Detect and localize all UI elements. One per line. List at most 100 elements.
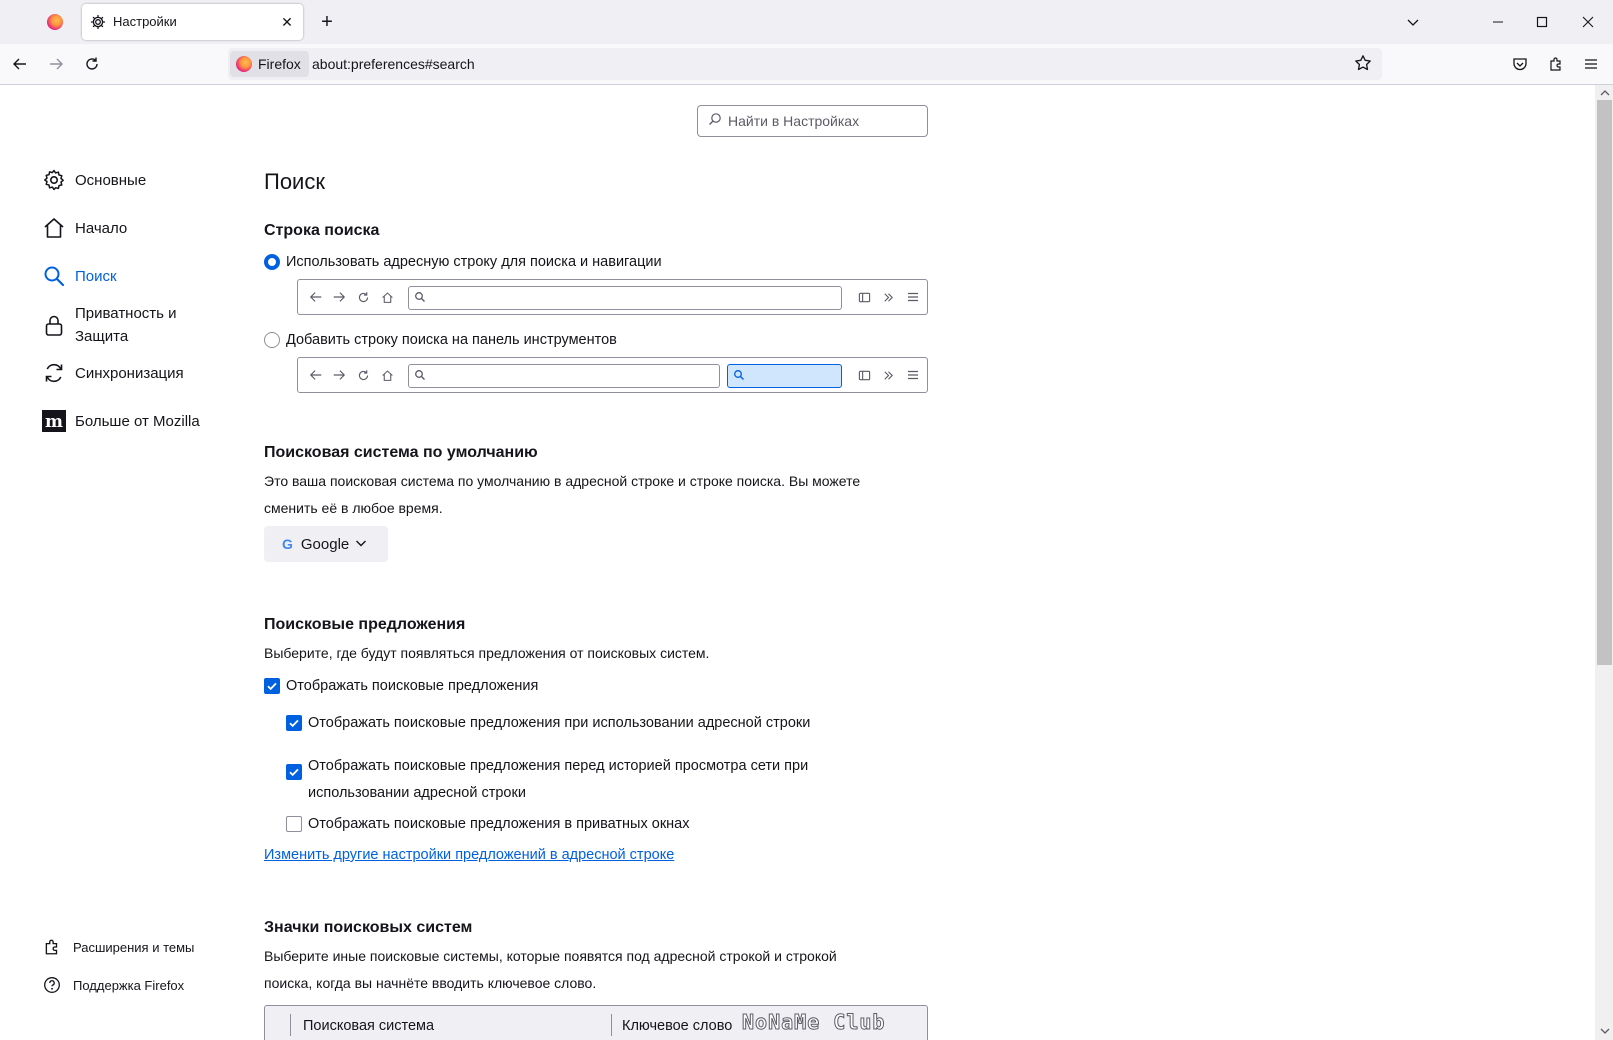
forward-arrow-icon <box>331 367 347 383</box>
radio-label: Добавить строку поиска на панель инструм… <box>286 332 617 348</box>
new-tab-button[interactable]: + <box>316 11 338 33</box>
chevron-down-icon <box>355 536 367 553</box>
column-header-keyword[interactable]: Ключевое слово <box>622 1018 732 1034</box>
home-icon <box>379 367 395 383</box>
column-separator <box>611 1014 612 1036</box>
sidebar-icon <box>856 289 872 305</box>
checkbox-label: Отображать поисковые предложения при исп… <box>308 715 811 731</box>
suggestions-description: Выберите, где будут появляться предложен… <box>264 645 710 661</box>
radio-use-urlbar[interactable]: Использовать адресную строку для поиска … <box>264 254 662 270</box>
hamburger-menu-icon <box>905 289 921 305</box>
default-engine-description-line2: сменить её в любое время. <box>264 500 443 516</box>
preview-urlbar-field <box>408 364 720 388</box>
checkbox-indicator[interactable] <box>286 764 302 780</box>
radio-indicator[interactable] <box>264 254 280 270</box>
radio-label: Использовать адресную строку для поиска … <box>286 254 662 270</box>
forward-arrow-icon <box>331 289 347 305</box>
sidebar-item-general[interactable]: Основные <box>42 168 146 192</box>
sidebar-item-label: Синхронизация <box>75 364 184 382</box>
pocket-icon <box>1513 58 1527 71</box>
url-text[interactable]: about:preferences#search <box>312 56 475 72</box>
checkmark-icon <box>267 682 277 691</box>
help-icon <box>43 976 61 994</box>
bookmark-star-icon[interactable] <box>1354 54 1374 74</box>
checkbox-label: Отображать поисковые предложения в прива… <box>308 816 690 832</box>
minimize-icon[interactable] <box>1486 10 1510 34</box>
maximize-icon[interactable] <box>1530 10 1554 34</box>
checkbox-indicator[interactable] <box>264 678 280 694</box>
extensions-button[interactable] <box>1541 49 1571 79</box>
identity-box[interactable]: Firefox <box>230 51 309 77</box>
watermark-logo: NoNaMe Club <box>741 1010 886 1035</box>
preview-urlbar-field <box>408 286 842 310</box>
search-icon <box>42 264 66 288</box>
hamburger-menu-icon <box>1585 59 1597 69</box>
sidebar-item-sync[interactable]: Синхронизация <box>42 361 184 385</box>
reload-icon <box>86 57 98 70</box>
firefox-logo-icon <box>47 14 63 30</box>
checkbox-indicator[interactable] <box>286 816 302 832</box>
settings-search-box[interactable] <box>697 105 928 137</box>
sidebar-item-label: Больше от Mozilla <box>75 412 200 430</box>
back-arrow-icon <box>308 289 324 305</box>
checkbox-suggestions-before-history[interactable]: Отображать поисковые предложения перед и… <box>286 753 808 807</box>
hamburger-menu-icon <box>905 367 921 383</box>
sidebar-item-more-from-mozilla[interactable]: m Больше от Mozilla <box>42 409 200 433</box>
url-bar[interactable]: Firefox about:preferences#search <box>228 48 1382 80</box>
sync-icon <box>42 361 66 385</box>
urlbar-preview-image <box>297 279 928 315</box>
forward-button[interactable] <box>41 49 71 79</box>
search-shortcuts-heading: Значки поисковых систем <box>264 919 473 936</box>
urlbar-suggestion-settings-link[interactable]: Изменить другие настройки предложений в … <box>264 847 674 863</box>
page-title: Поиск <box>264 169 325 194</box>
support-link-label: Поддержка Firefox <box>73 977 185 993</box>
app-menu-button[interactable] <box>1576 49 1606 79</box>
gear-icon <box>90 14 106 35</box>
suggestions-heading: Поисковые предложения <box>264 616 466 633</box>
checkbox-label: Отображать поисковые предложения <box>286 678 539 694</box>
sidebar-item-label: Приватность и Защита <box>75 305 177 345</box>
close-window-icon[interactable] <box>1576 10 1600 34</box>
column-header-engine[interactable]: Поисковая система <box>303 1018 434 1034</box>
support-link[interactable]: Поддержка Firefox <box>43 976 184 994</box>
checkmark-icon <box>289 719 299 728</box>
mozilla-icon: m <box>42 409 66 433</box>
radio-indicator[interactable] <box>264 332 280 348</box>
tab-title: Настройки <box>113 14 177 29</box>
lock-icon <box>42 313 66 337</box>
pocket-button[interactable] <box>1505 49 1535 79</box>
default-engine-description-line1: Это ваша поисковая система по умолчанию … <box>264 473 861 489</box>
checkbox-show-suggestions[interactable]: Отображать поисковые предложения <box>264 678 538 694</box>
sidebar-item-home[interactable]: Начало <box>42 216 127 240</box>
firefox-logo-icon <box>236 56 252 72</box>
checkbox-label-line2: использовании адресной строки <box>308 785 526 801</box>
checkbox-indicator[interactable] <box>286 715 302 731</box>
checkbox-suggestions-in-private[interactable]: Отображать поисковые предложения в прива… <box>286 816 690 832</box>
checkbox-suggestions-in-urlbar[interactable]: Отображать поисковые предложения при исп… <box>286 715 810 731</box>
back-button[interactable] <box>5 49 35 79</box>
search-shortcuts-description-line1: Выберите иные поисковые системы, которые… <box>264 948 837 964</box>
sidebar-item-search[interactable]: Поиск <box>42 264 117 288</box>
default-engine-heading: Поисковая система по умолчанию <box>264 444 538 461</box>
tab-settings[interactable]: Настройки ✕ <box>82 4 303 40</box>
search-shortcuts-description-line2: поиска, когда вы начнёте вводить ключево… <box>264 975 597 991</box>
forward-arrow-icon <box>50 58 63 70</box>
radio-add-searchbar[interactable]: Добавить строку поиска на панель инструм… <box>264 332 617 348</box>
scroll-down-arrow-icon[interactable] <box>1597 1024 1612 1038</box>
close-tab-icon[interactable]: ✕ <box>278 13 296 31</box>
navigation-toolbar: Firefox about:preferences#search <box>0 44 1613 85</box>
scroll-up-arrow-icon[interactable] <box>1597 86 1612 100</box>
scrollbar-thumb[interactable] <box>1597 100 1612 665</box>
sidebar-item-label: Основные <box>75 171 147 189</box>
addons-link[interactable]: Расширения и темы <box>43 938 194 956</box>
search-icon <box>733 368 745 386</box>
list-all-tabs-icon[interactable] <box>1401 10 1425 34</box>
firefox-view-button[interactable] <box>47 14 63 30</box>
default-engine-dropdown[interactable]: G Google <box>264 526 388 562</box>
reload-button[interactable] <box>77 49 107 79</box>
searchbar-preview-image <box>297 357 928 393</box>
overflow-chevron-icon <box>880 367 896 383</box>
settings-search-input[interactable] <box>728 113 918 129</box>
sidebar-item-privacy[interactable]: Приватность и Защита <box>42 302 205 348</box>
search-icon <box>708 112 722 131</box>
